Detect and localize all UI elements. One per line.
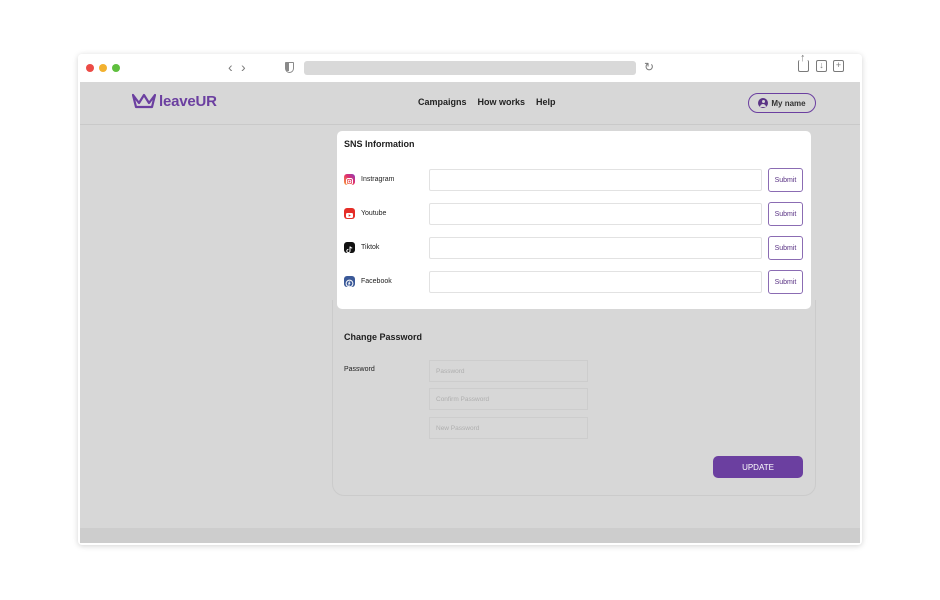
sns-row-youtube: Youtube Submit [337, 202, 811, 226]
nav-item-how-works[interactable]: How works [478, 97, 526, 107]
back-arrow-icon[interactable]: ‹ [228, 60, 233, 74]
close-window-button[interactable] [86, 64, 94, 72]
crown-icon [132, 93, 156, 109]
minimize-window-button[interactable] [99, 64, 107, 72]
download-icon[interactable]: ↓ [816, 60, 827, 72]
sns-platform-label: Youtube [361, 210, 387, 217]
forward-arrow-icon[interactable]: › [241, 60, 246, 74]
password-label: Password [344, 366, 375, 373]
share-icon[interactable] [798, 54, 809, 72]
sns-platform-label: Tiktok [361, 244, 380, 251]
update-button[interactable]: UPDATE [713, 456, 803, 478]
new-tab-icon[interactable]: + [833, 60, 844, 72]
youtube-input[interactable] [429, 203, 762, 225]
facebook-input[interactable] [429, 271, 762, 293]
maximize-window-button[interactable] [112, 64, 120, 72]
confirm-password-input[interactable] [429, 388, 588, 410]
facebook-submit-button[interactable]: Submit [768, 270, 803, 294]
user-name-label: My name [771, 98, 806, 108]
youtube-submit-button[interactable]: Submit [768, 202, 803, 226]
sns-row-facebook: Facebook Submit [337, 270, 811, 294]
user-avatar-icon [758, 98, 769, 108]
main-nav: Campaigns How works Help [418, 97, 556, 107]
sns-row-tiktok: Tiktok Submit [337, 236, 811, 260]
sns-info-title: SNS Information [344, 139, 415, 149]
new-password-input[interactable] [429, 417, 588, 439]
nav-item-help[interactable]: Help [536, 97, 556, 107]
privacy-shield-icon[interactable] [285, 62, 294, 73]
sns-platform-label: Facebook [361, 278, 392, 285]
address-bar[interactable] [304, 61, 636, 75]
browser-window: ‹ › ↻ ↓ + leaveUR Campaigns How works He… [78, 54, 862, 545]
instagram-icon [344, 174, 355, 185]
instagram-input[interactable] [429, 169, 762, 191]
sns-info-card: SNS Information Instragram Submit Youtub… [337, 131, 811, 309]
instagram-submit-button[interactable]: Submit [768, 168, 803, 192]
site-header: leaveUR Campaigns How works Help My name [80, 82, 860, 125]
reload-icon[interactable]: ↻ [644, 60, 654, 74]
tiktok-submit-button[interactable]: Submit [768, 236, 803, 260]
sns-row-instagram: Instragram Submit [337, 168, 811, 192]
footer [80, 528, 860, 543]
brand-name: leaveUR [159, 92, 217, 110]
facebook-icon [344, 276, 355, 288]
sns-platform-label: Instragram [361, 176, 395, 183]
browser-toolbar: ‹ › ↻ ↓ + [78, 54, 862, 82]
user-menu-button[interactable]: My name [748, 93, 816, 113]
brand-logo[interactable]: leaveUR [132, 92, 217, 110]
nav-item-campaigns[interactable]: Campaigns [418, 97, 467, 107]
change-password-title: Change Password [344, 332, 423, 342]
youtube-icon [344, 208, 355, 219]
tiktok-icon [344, 242, 355, 254]
password-input[interactable] [429, 360, 588, 382]
tiktok-input[interactable] [429, 237, 762, 259]
page-viewport: leaveUR Campaigns How works Help My name… [80, 82, 860, 543]
